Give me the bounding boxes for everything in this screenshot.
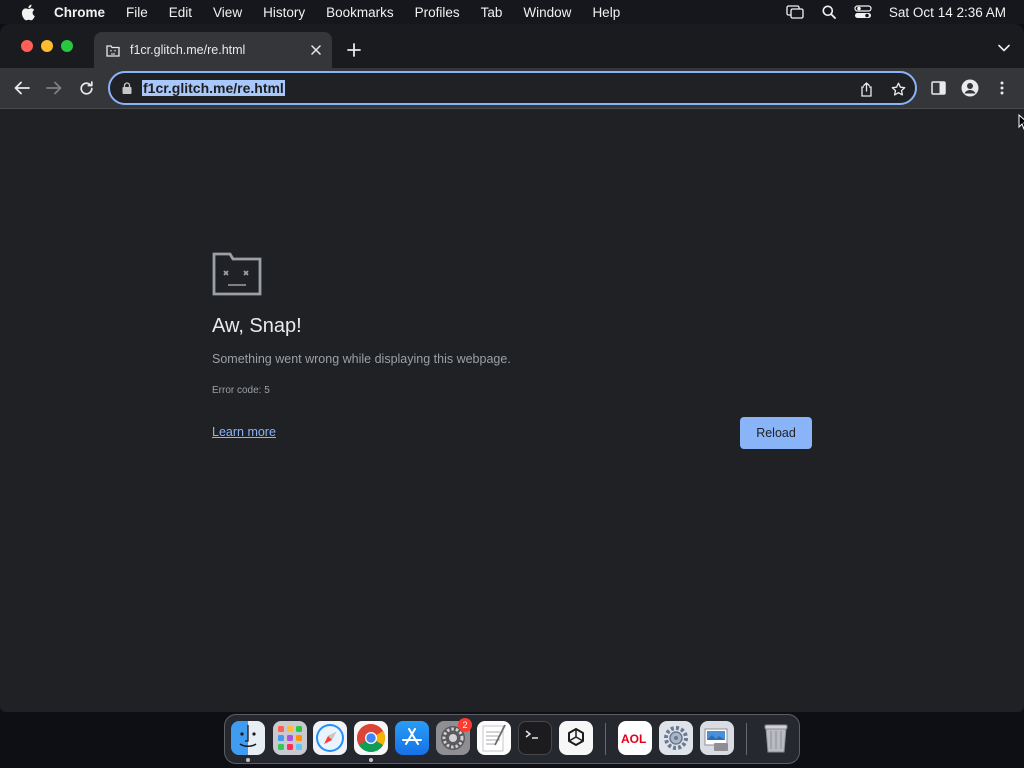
menu-window[interactable]: Window (523, 5, 571, 20)
new-tab-icon[interactable] (342, 38, 366, 62)
preview-icon[interactable] (700, 721, 734, 755)
learn-more-link[interactable]: Learn more (212, 425, 276, 439)
menu-bar: Chrome File Edit View History Bookmarks … (0, 0, 1024, 24)
url-text[interactable]: f1cr.glitch.me/re.html (142, 80, 285, 96)
control-center-icon[interactable] (853, 4, 873, 20)
tab-close-icon[interactable] (306, 40, 326, 60)
bookmark-star-icon[interactable] (889, 80, 907, 98)
chatgpt-icon[interactable] (559, 721, 593, 755)
share-icon[interactable] (857, 80, 875, 98)
tab-active[interactable]: f1cr.glitch.me/re.html (94, 32, 332, 68)
tab-search-chevron-icon[interactable] (996, 40, 1012, 56)
status-area: Sat Oct 14 2:36 AM (771, 0, 1006, 24)
menu-edit[interactable]: Edit (169, 5, 192, 20)
reload-button[interactable]: Reload (740, 417, 812, 449)
menu-profiles[interactable]: Profiles (415, 5, 460, 20)
chrome-running-indicator (369, 758, 373, 762)
dock-separator (605, 723, 606, 755)
menu-tab[interactable]: Tab (481, 5, 503, 20)
zoom-window-button[interactable] (61, 40, 73, 52)
apple-icon[interactable] (18, 3, 38, 21)
error-code: Error code: 5 (212, 385, 270, 396)
chrome-icon[interactable] (354, 721, 388, 755)
menu-file[interactable]: File (126, 5, 148, 20)
menu-clock[interactable]: Sat Oct 14 2:36 AM (889, 5, 1006, 20)
mouse-cursor-icon (1018, 113, 1024, 130)
side-panel-icon[interactable] (926, 76, 950, 100)
error-title: Aw, Snap! (212, 315, 302, 337)
menu-view[interactable]: View (213, 5, 242, 20)
address-bar[interactable]: f1cr.glitch.me/re.html (108, 71, 917, 105)
dock-separator-2 (746, 723, 747, 755)
menu-help[interactable]: Help (592, 5, 620, 20)
menu-bookmarks[interactable]: Bookmarks (326, 5, 394, 20)
page-content: Aw, Snap! Something went wrong while dis… (0, 110, 1024, 712)
aol-icon[interactable]: AOL (618, 721, 652, 755)
error-message: Something went wrong while displaying th… (212, 352, 511, 366)
menu-history[interactable]: History (263, 5, 305, 20)
safari-icon[interactable] (313, 721, 347, 755)
finder-icon[interactable] (231, 721, 265, 755)
sad-tab-favicon-icon (105, 42, 121, 58)
lock-icon[interactable] (120, 81, 134, 95)
tab-strip: f1cr.glitch.me/re.html (0, 24, 1024, 68)
minimize-window-button[interactable] (41, 40, 53, 52)
reload-icon[interactable] (74, 76, 98, 100)
settings-badge: 2 (458, 718, 472, 732)
browser-toolbar: f1cr.glitch.me/re.html (0, 68, 1024, 109)
forward-arrow-icon[interactable] (42, 76, 66, 100)
sad-tab-icon (212, 252, 262, 296)
trash-icon[interactable] (759, 721, 793, 755)
screen-mirroring-icon[interactable] (785, 4, 805, 20)
tab-title: f1cr.glitch.me/re.html (130, 43, 246, 57)
launchpad-icon[interactable] (273, 721, 307, 755)
chrome-menu-icon[interactable] (990, 76, 1014, 100)
finder-running-indicator (246, 758, 250, 762)
settings-gear-icon[interactable] (659, 721, 693, 755)
spotlight-search-icon[interactable] (819, 4, 839, 20)
terminal-icon[interactable] (518, 721, 552, 755)
svg-text:AOL: AOL (621, 732, 646, 746)
textedit-icon[interactable] (477, 721, 511, 755)
dock: 2 AOL (224, 714, 800, 764)
profile-avatar-icon[interactable] (958, 76, 982, 100)
browser-window: f1cr.glitch.me/re.html f1cr.glitch.me/re… (0, 24, 1024, 712)
close-window-button[interactable] (21, 40, 33, 52)
app-store-icon[interactable] (395, 721, 429, 755)
back-arrow-icon[interactable] (10, 76, 34, 100)
menu-app-name[interactable]: Chrome (54, 5, 105, 20)
